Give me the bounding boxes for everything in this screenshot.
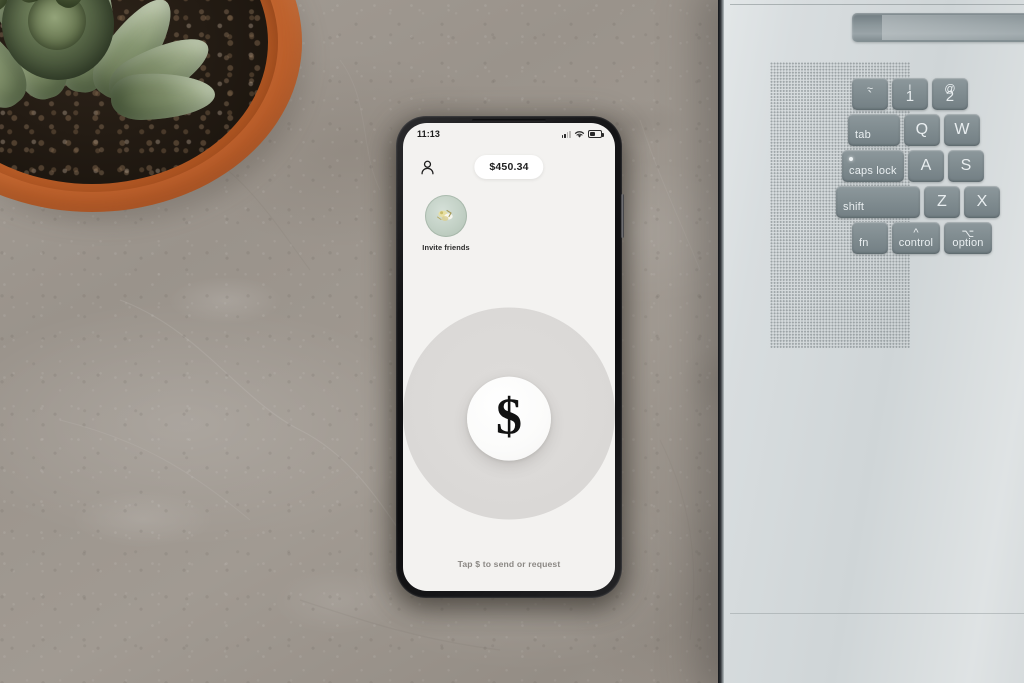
wifi-icon	[574, 130, 585, 138]
key-a[interactable]: A	[908, 150, 944, 182]
laptop-hinge-line	[730, 4, 1024, 5]
laptop-left-edge	[718, 0, 724, 683]
key-control[interactable]: ^ control	[892, 222, 940, 254]
key-w[interactable]: W	[944, 114, 980, 146]
key-s[interactable]: S	[948, 150, 984, 182]
phone-earpiece-speaker	[472, 119, 546, 122]
keyboard: ~ `! 1 @2 tab Q Wcaps lock A Sshift Z Xfn ^ control ⌥…	[836, 48, 1024, 348]
app-header: $450.34	[403, 145, 615, 189]
caps-lock-indicator	[849, 157, 853, 161]
key-q[interactable]: Q	[904, 114, 940, 146]
cellular-signal-icon	[561, 130, 571, 138]
key-tab[interactable]: tab	[848, 114, 900, 146]
key-tilde[interactable]: ~ `	[852, 78, 888, 110]
smartphone: 11:13 $450.34 Invite friends $ Tap $ to …	[396, 116, 624, 598]
key-one[interactable]: ! 1	[892, 78, 928, 110]
key-legend: Z	[937, 193, 947, 210]
balance-pill[interactable]: $450.34	[474, 155, 544, 179]
key-legend: Q	[915, 121, 929, 138]
desk-scene: ~ `! 1 @2 tab Q Wcaps lock A Sshift Z Xfn ^ control ⌥…	[0, 0, 1024, 683]
status-icons	[561, 130, 604, 139]
key-legend: W	[954, 121, 970, 138]
invite-friends-illustration	[437, 209, 453, 221]
macbook-laptop: ~ `! 1 @2 tab Q Wcaps lock A Sshift Z Xfn ^ control ⌥…	[718, 0, 1024, 683]
key-legend-bottom: control	[898, 237, 934, 249]
key-two[interactable]: @2	[932, 78, 968, 110]
succulent-plant	[0, 0, 322, 232]
touch-bar[interactable]	[852, 13, 1024, 42]
key-x[interactable]: X	[964, 186, 1000, 218]
key-legend-bottom: `	[867, 88, 873, 105]
key-legend: X	[976, 193, 988, 210]
invite-friends-button[interactable]: Invite friends	[403, 189, 475, 252]
invite-friends-avatar	[425, 195, 467, 237]
invite-friends-label: Invite friends	[422, 243, 470, 252]
key-legend: caps lock	[849, 165, 897, 177]
key-fn[interactable]: fn	[852, 222, 888, 254]
key-z[interactable]: Z	[924, 186, 960, 218]
key-option[interactable]: ⌥ option	[944, 222, 992, 254]
battery-icon	[588, 130, 604, 138]
person-icon[interactable]	[419, 159, 436, 176]
key-legend-bottom: 2	[945, 88, 955, 105]
action-hint-text: Tap $ to send or request	[457, 559, 561, 569]
key-caps-lock[interactable]: caps lock	[842, 150, 904, 182]
key-legend: shift	[843, 201, 865, 213]
phone-screen: 11:13 $450.34 Invite friends $ Tap $ to …	[403, 123, 615, 591]
status-bar: 11:13	[403, 123, 615, 145]
key-legend: A	[920, 157, 932, 174]
laptop-bottom-seam	[730, 613, 1024, 614]
status-time: 11:13	[417, 129, 441, 139]
dollar-sign-glyph: $	[496, 388, 522, 446]
phone-side-button[interactable]	[621, 194, 624, 238]
key-shift[interactable]: shift	[836, 186, 920, 218]
key-legend: tab	[855, 129, 871, 141]
key-legend-bottom: option	[952, 237, 984, 249]
key-legend: fn	[859, 237, 869, 249]
key-legend-bottom: 1	[905, 88, 915, 105]
dollar-sign-button[interactable]: $	[467, 376, 551, 461]
main-action-area: $ Tap $ to send or request	[403, 252, 615, 591]
key-legend: S	[960, 157, 972, 174]
